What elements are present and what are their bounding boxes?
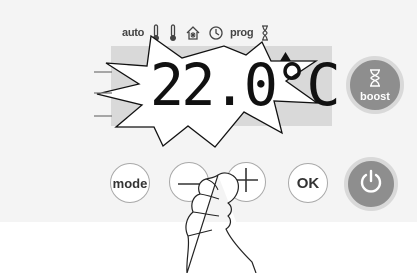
pressing-hand-illustration <box>185 172 257 273</box>
hand-icon <box>185 172 257 273</box>
